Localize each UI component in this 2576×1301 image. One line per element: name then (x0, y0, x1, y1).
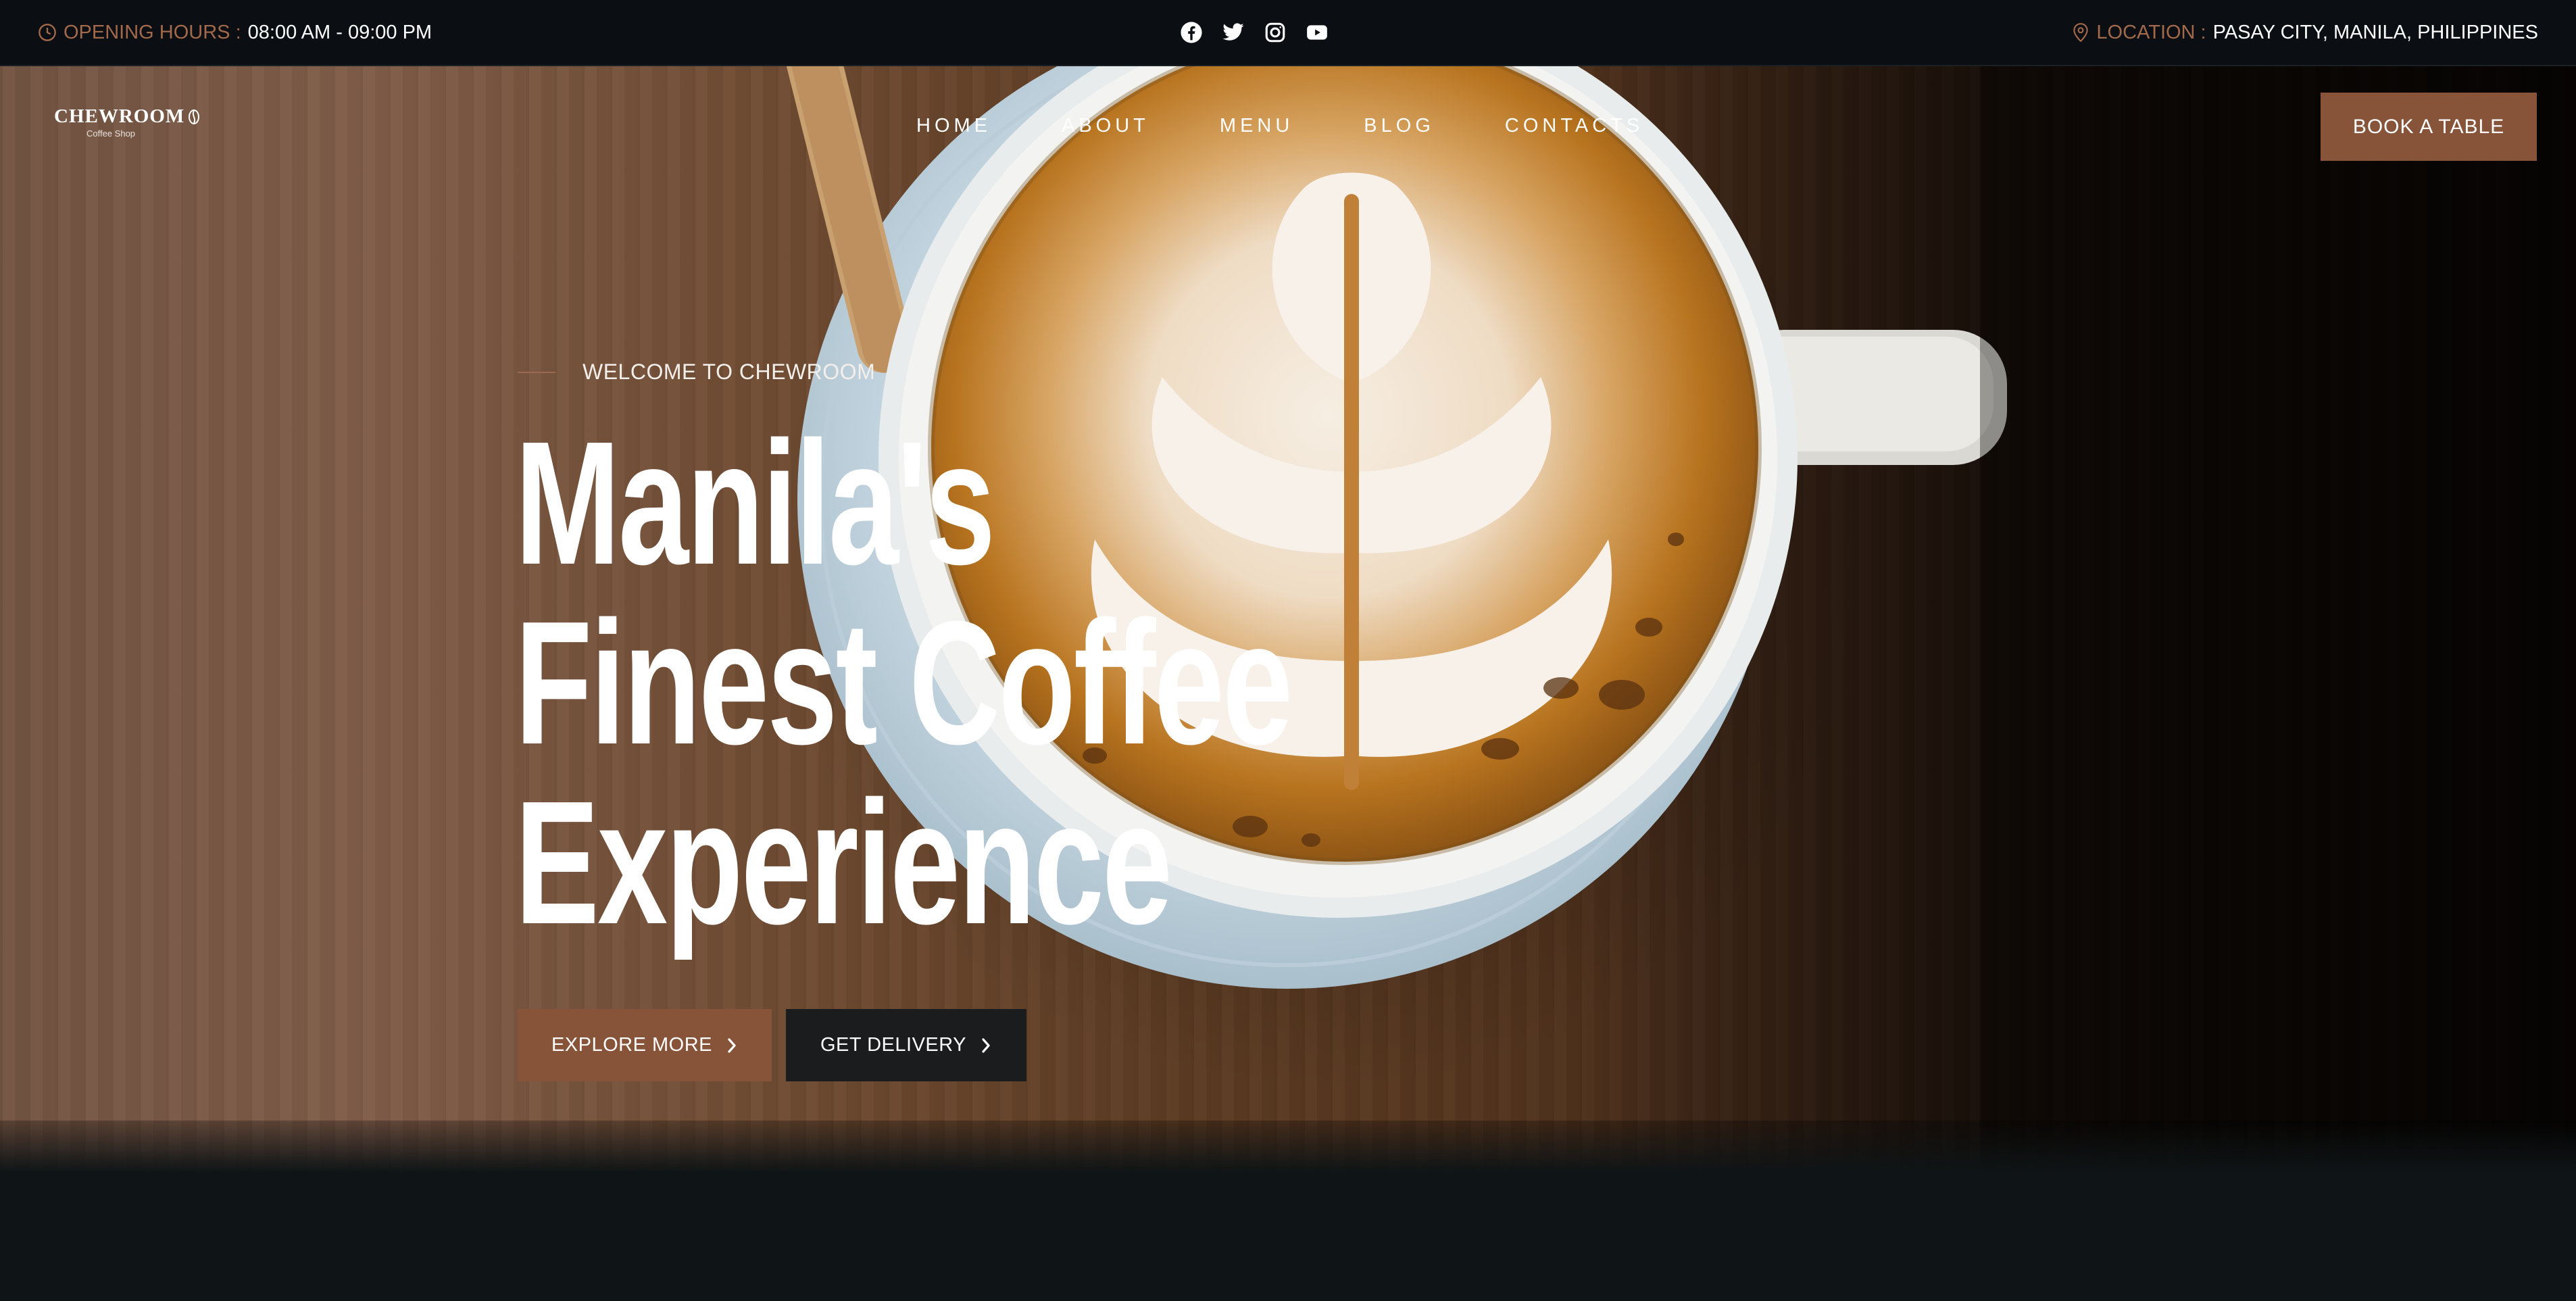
facebook-icon[interactable] (1180, 21, 1203, 44)
eyebrow-text: WELCOME TO CHEWROOM (583, 360, 876, 384)
nav-home[interactable]: HOME (916, 115, 991, 137)
brand-name: CHEWROOM (54, 105, 185, 127)
social-links (1180, 0, 1329, 65)
explore-more-button[interactable]: EXPLORE MORE (518, 1009, 772, 1081)
opening-hours-label: OPENING HOURS : (64, 21, 241, 43)
chevron-right-icon (980, 1036, 992, 1055)
coffee-bean-icon (187, 109, 201, 125)
twitter-icon[interactable] (1222, 21, 1245, 44)
get-delivery-label: GET DELIVERY (820, 1034, 967, 1056)
nav-contacts[interactable]: CONTACTS (1505, 115, 1643, 137)
location: LOCATION : PASAY CITY, MANILA, PHILIPPIN… (2072, 0, 2538, 65)
get-delivery-button[interactable]: GET DELIVERY (786, 1009, 1026, 1081)
map-pin-icon (2072, 22, 2089, 43)
headline-line-2: Finest Coffee (515, 585, 1293, 781)
main-nav: HOME ABOUT MENU BLOG CONTACTS (916, 101, 1643, 150)
nav-blog[interactable]: BLOG (1364, 115, 1435, 137)
location-value: PASAY CITY, MANILA, PHILIPPINES (2212, 21, 2538, 43)
brand-tagline: Coffee Shop (86, 128, 136, 139)
clock-icon (38, 23, 57, 42)
opening-hours-value: 08:00 AM - 09:00 PM (247, 21, 432, 43)
headline-line-1: Manila's (515, 406, 995, 602)
hero-headline: Manila's Finest Coffee Experience (515, 406, 1293, 961)
location-label: LOCATION : (2096, 21, 2206, 43)
nav-menu[interactable]: MENU (1220, 115, 1293, 137)
explore-more-label: EXPLORE MORE (551, 1034, 713, 1056)
eyebrow-divider (518, 371, 555, 373)
youtube-icon[interactable] (1306, 21, 1329, 44)
headline-line-3: Experience (515, 765, 1172, 961)
top-info-bar: OPENING HOURS : 08:00 AM - 09:00 PM LOCA… (0, 0, 2576, 66)
opening-hours: OPENING HOURS : 08:00 AM - 09:00 PM (38, 0, 432, 65)
hero-bottom-shade (0, 1121, 2576, 1195)
logo[interactable]: CHEWROOM Coffee Shop (54, 105, 203, 139)
chevron-right-icon (726, 1036, 738, 1055)
book-a-table-button[interactable]: BOOK A TABLE (2321, 93, 2537, 161)
brand-wordmark: CHEWROOM (54, 105, 203, 128)
nav-about[interactable]: ABOUT (1062, 115, 1149, 137)
instagram-icon[interactable] (1264, 21, 1287, 44)
hero-eyebrow: WELCOME TO CHEWROOM (518, 360, 875, 385)
